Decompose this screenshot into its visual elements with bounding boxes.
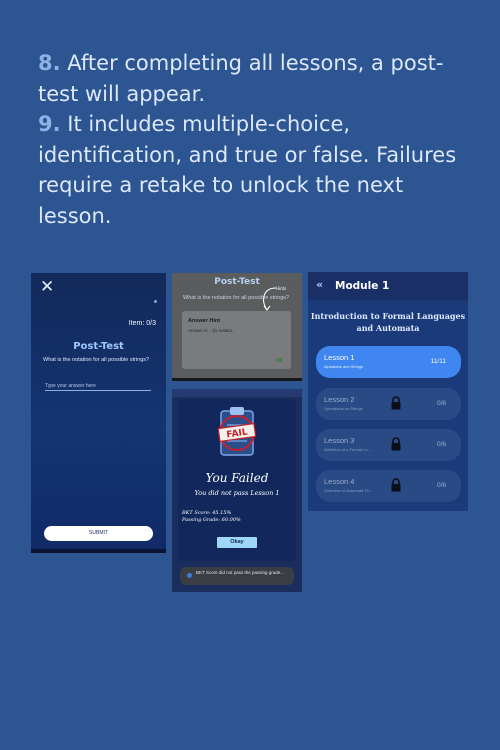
okay-button[interactable]: Okay [217, 537, 257, 548]
lesson-name: Lesson 4 [324, 477, 355, 486]
nav-bar [31, 549, 166, 553]
module-title: Module 1 [335, 280, 390, 292]
lesson-card-3[interactable]: Lesson 3 Definition of a Formal La... 0/… [316, 429, 461, 461]
lesson-desc: Overview of Automata Th... [324, 488, 373, 493]
nav-bar [172, 378, 302, 381]
question-text: What is the notation for all possible st… [183, 295, 290, 301]
instruction-8: 8. After completing all lessons, a post-… [38, 51, 444, 106]
lesson-desc: Alphabets and Strings [324, 364, 364, 369]
post-test-title: Post-Test [73, 341, 124, 352]
lock-icon [391, 478, 401, 492]
module-subtitle: Introduction to Formal Languages and Aut… [310, 311, 466, 333]
lesson-desc: Operations on Strings [324, 406, 363, 411]
lesson-name: Lesson 1 [324, 353, 355, 362]
post-test-screenshot: ✕ Item: 0/3 Post-Test What is the notati… [31, 273, 166, 553]
dialog-title: Answer Hint [188, 318, 221, 324]
toast-text: BKT Score did not pass the passing grade… [196, 570, 284, 575]
failed-screenshot: FAIL You Failed You did not pass Lesson … [172, 389, 302, 592]
bkt-score: BKT Score: 45.15% [182, 510, 232, 516]
question-text: What is the notation for all possible st… [43, 357, 150, 363]
dialog-body: Answer is ...(is notatio.. [188, 328, 235, 333]
close-icon[interactable]: ✕ [40, 279, 54, 296]
toast-message: BKT Score did not pass the passing grade… [180, 567, 294, 585]
lesson-desc: Definition of a Formal La... [324, 447, 371, 452]
double-chevron-left-icon[interactable]: « [316, 278, 323, 291]
instructions: 8. After completing all lessons, a post-… [38, 48, 478, 231]
item-counter: Item: 0/3 [128, 320, 156, 327]
lesson-name: Lesson 3 [324, 436, 355, 445]
lesson-progress: 0/6 [436, 400, 446, 407]
fail-clipboard-icon: FAIL [217, 407, 257, 456]
answer-hint-dialog: Answer Hint Answer is ...(is notatio.. O… [182, 311, 291, 369]
answer-hint-screenshot: Post-Test Hints What is the notation for… [172, 273, 302, 381]
instruction-9: 9. It includes multiple-choice, identifi… [38, 112, 457, 228]
failed-subheading: You did not pass Lesson 1 [194, 489, 280, 497]
ok-button[interactable]: OK [276, 358, 284, 364]
lock-icon [391, 437, 401, 451]
lesson-progress: 11/11 [430, 358, 446, 365]
lesson-progress: 0/6 [436, 482, 446, 489]
lesson-card-2[interactable]: Lesson 2 Operations on Strings 0/6 [316, 388, 461, 420]
answer-input[interactable] [45, 381, 151, 391]
submit-button[interactable]: SUBMIT [44, 526, 153, 541]
lock-icon [391, 396, 401, 410]
module-screenshot: « Module 1 Introduction to Formal Langua… [308, 272, 468, 511]
score-details: BKT Score: 45.15% Passing Grade: 60.00% [182, 510, 241, 524]
module-header: « Module 1 [308, 272, 468, 300]
lesson-name: Lesson 2 [324, 395, 355, 404]
lesson-card-4[interactable]: Lesson 4 Overview of Automata Th... 0/6 [316, 470, 461, 502]
toast-app-icon [187, 573, 192, 578]
failed-heading: You Failed [205, 471, 269, 485]
lesson-progress: 0/6 [436, 441, 446, 448]
passing-grade: Passing Grade: 60.00% [182, 517, 241, 523]
status-strip [172, 389, 302, 397]
lesson-card-1[interactable]: Lesson 1 Alphabets and Strings 11/11 [316, 346, 461, 378]
indicator-dot [154, 300, 157, 303]
